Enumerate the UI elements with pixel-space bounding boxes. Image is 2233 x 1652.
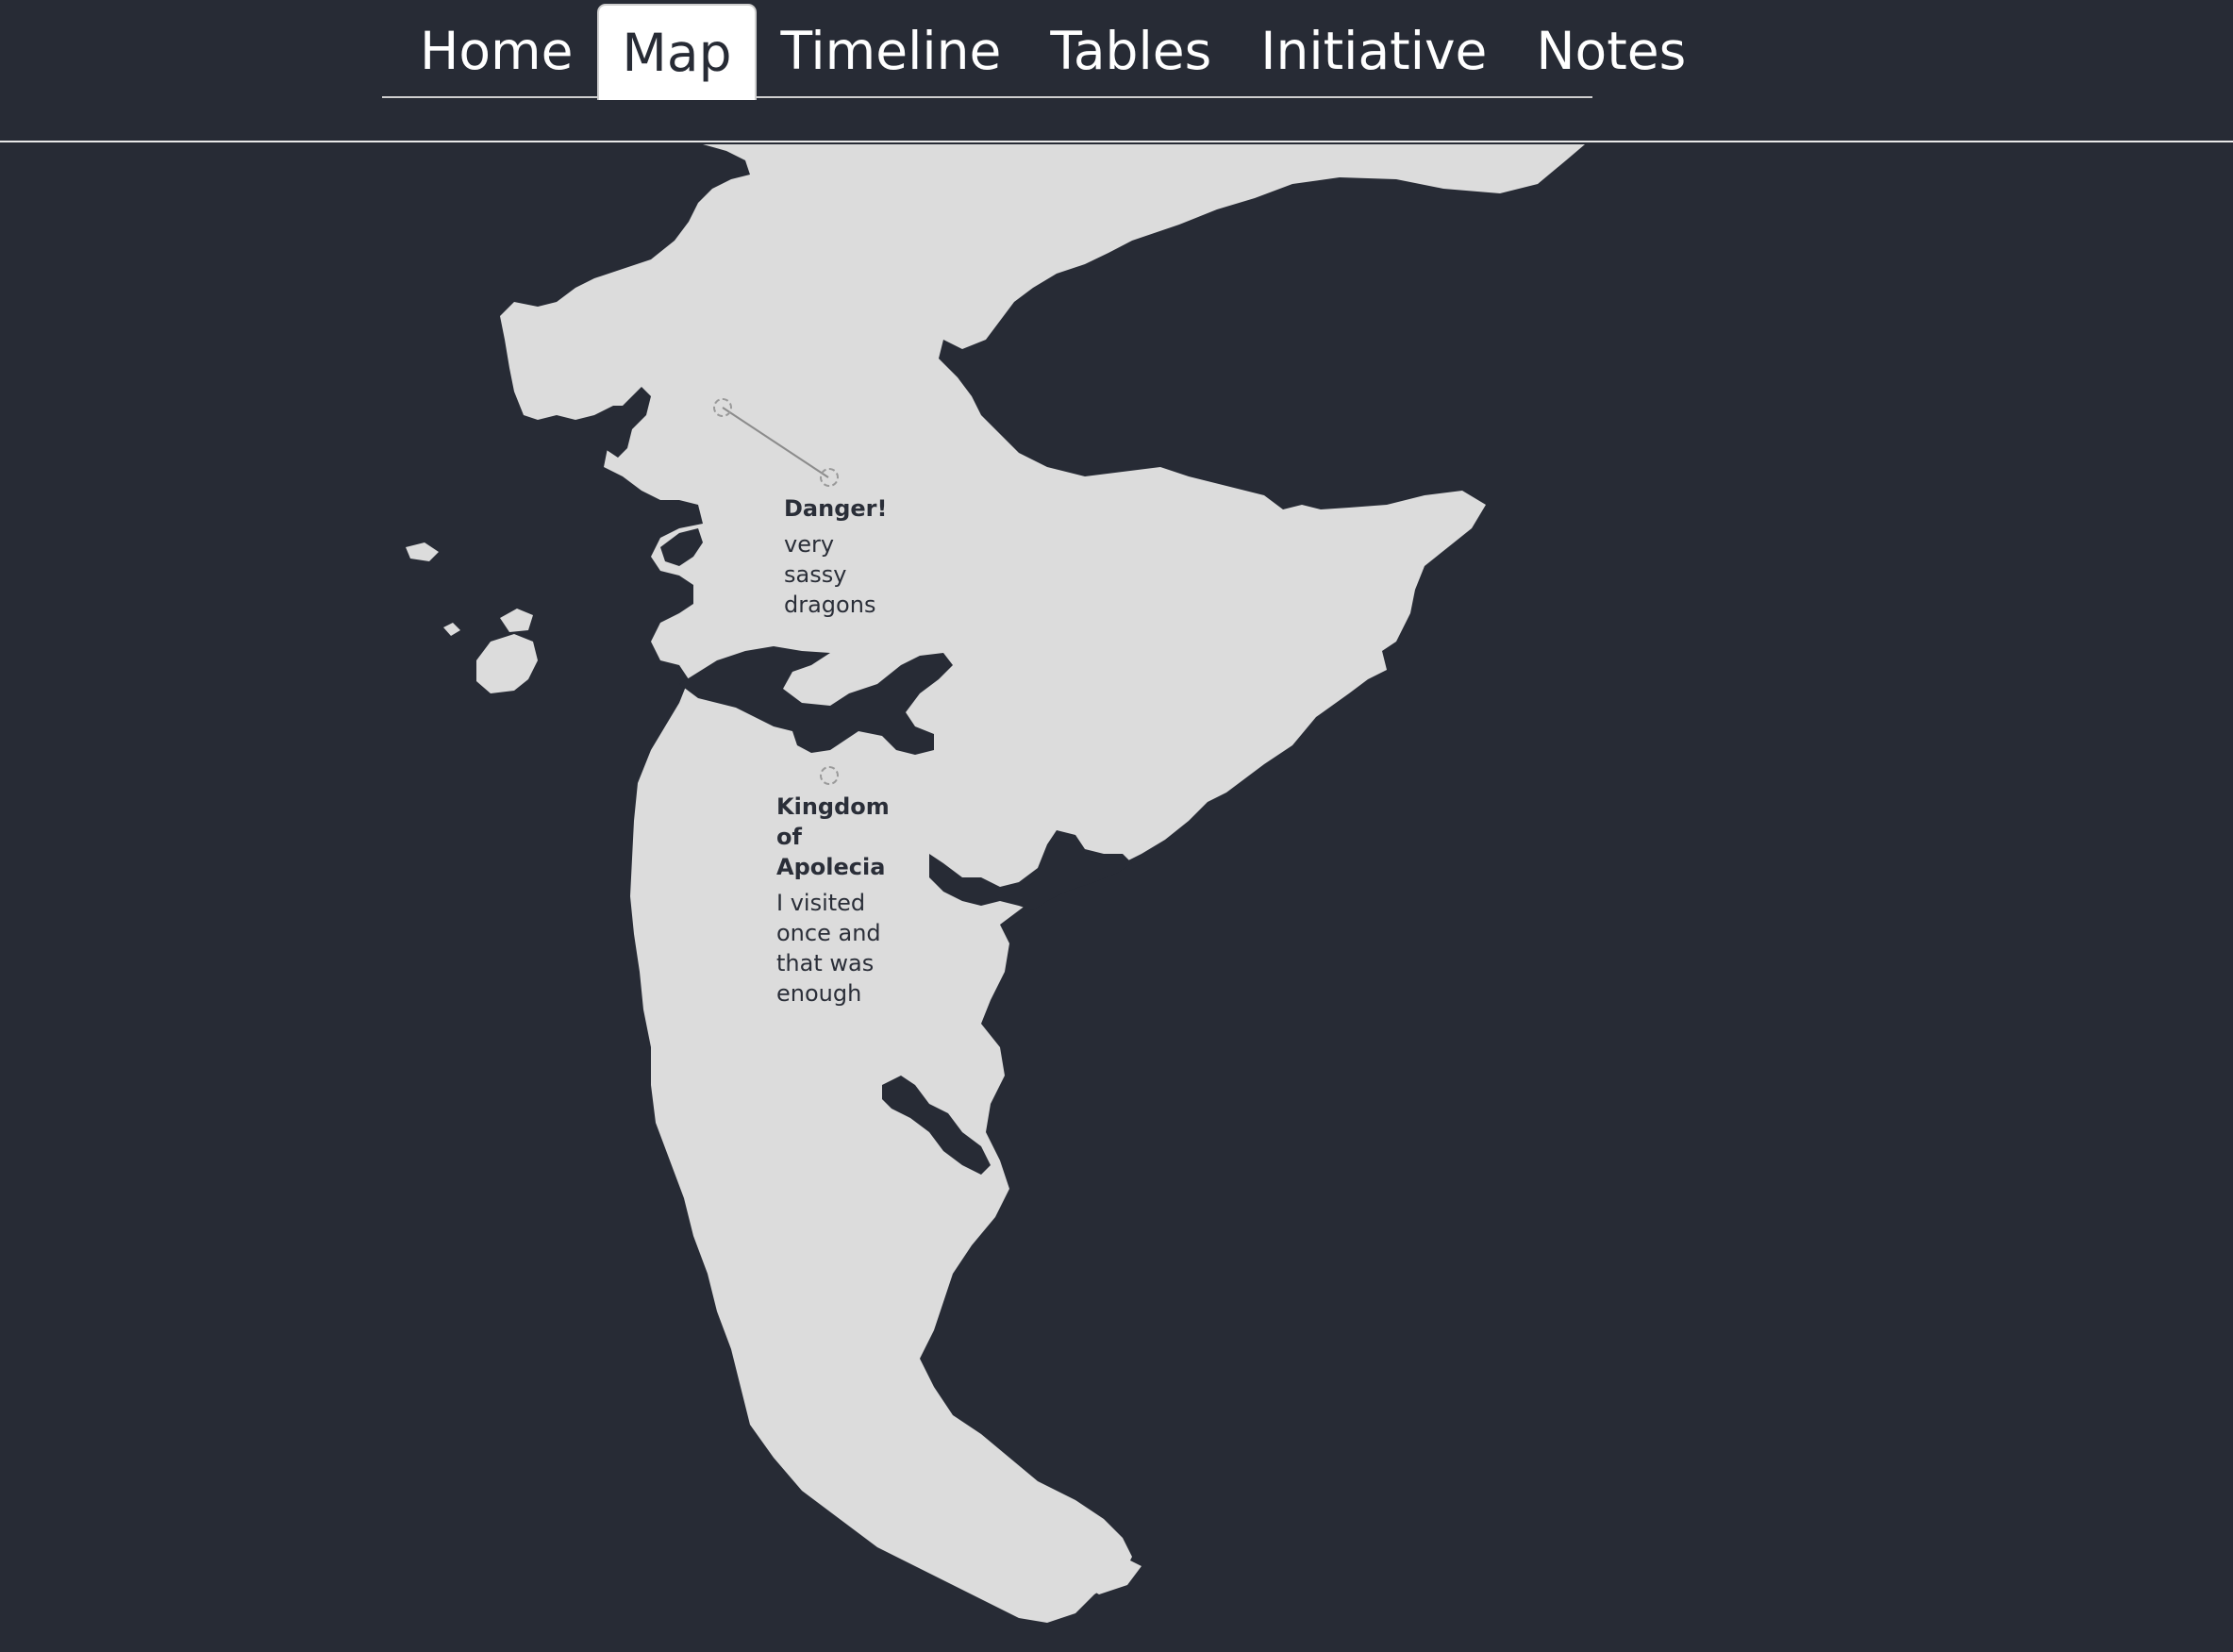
tab-timeline[interactable]: Timeline <box>757 4 1026 96</box>
map-pin-kingdom[interactable] <box>820 766 839 785</box>
map-note-title: Kingdom of Apolecia <box>776 793 890 880</box>
tab-initiative[interactable]: Initiative <box>1236 4 1511 96</box>
map-canvas[interactable]: Danger! very sassy dragons Kingdom of Ap… <box>0 144 2233 1652</box>
map-note-danger[interactable]: Danger! very sassy dragons <box>784 493 888 620</box>
map-pin-danger[interactable] <box>820 468 839 487</box>
top-navigation-bar: Home Map Timeline Tables Initiative Note… <box>0 0 2233 142</box>
map-note-title: Danger! <box>784 495 888 522</box>
map-note-body: very sassy dragons <box>784 531 876 618</box>
tab-map[interactable]: Map <box>597 4 757 100</box>
island-small-3 <box>443 623 460 636</box>
nav-tabs: Home Map Timeline Tables Initiative Note… <box>382 4 1686 100</box>
island-small-1 <box>500 609 533 632</box>
tab-notes[interactable]: Notes <box>1511 4 1710 96</box>
map-svg <box>406 144 1585 1623</box>
island-west <box>476 634 538 693</box>
tab-home[interactable]: Home <box>395 4 597 96</box>
map-note-kingdom[interactable]: Kingdom of Apolecia I visited once and t… <box>776 792 890 1009</box>
island-small-2 <box>406 542 439 561</box>
map-note-body: I visited once and that was enough <box>776 890 881 1007</box>
map-pin-danger-origin[interactable] <box>713 398 732 417</box>
tab-tables[interactable]: Tables <box>1025 4 1236 96</box>
